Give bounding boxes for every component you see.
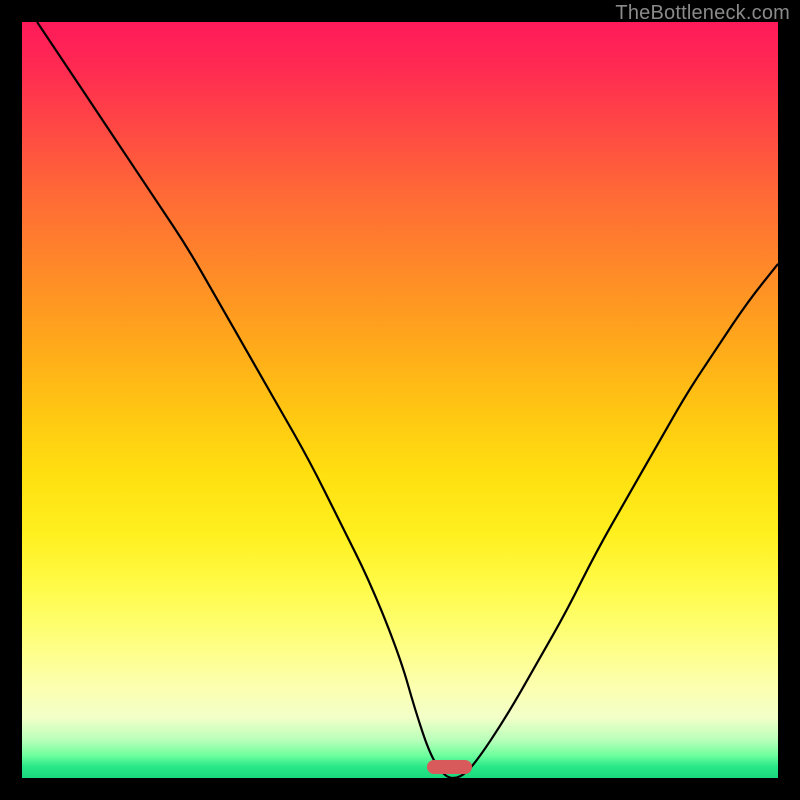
chart-frame: TheBottleneck.com: [0, 0, 800, 800]
bottleneck-curve: [22, 22, 778, 778]
plot-area: [22, 22, 778, 778]
curve-path: [37, 22, 778, 778]
optimal-marker: [427, 760, 472, 774]
